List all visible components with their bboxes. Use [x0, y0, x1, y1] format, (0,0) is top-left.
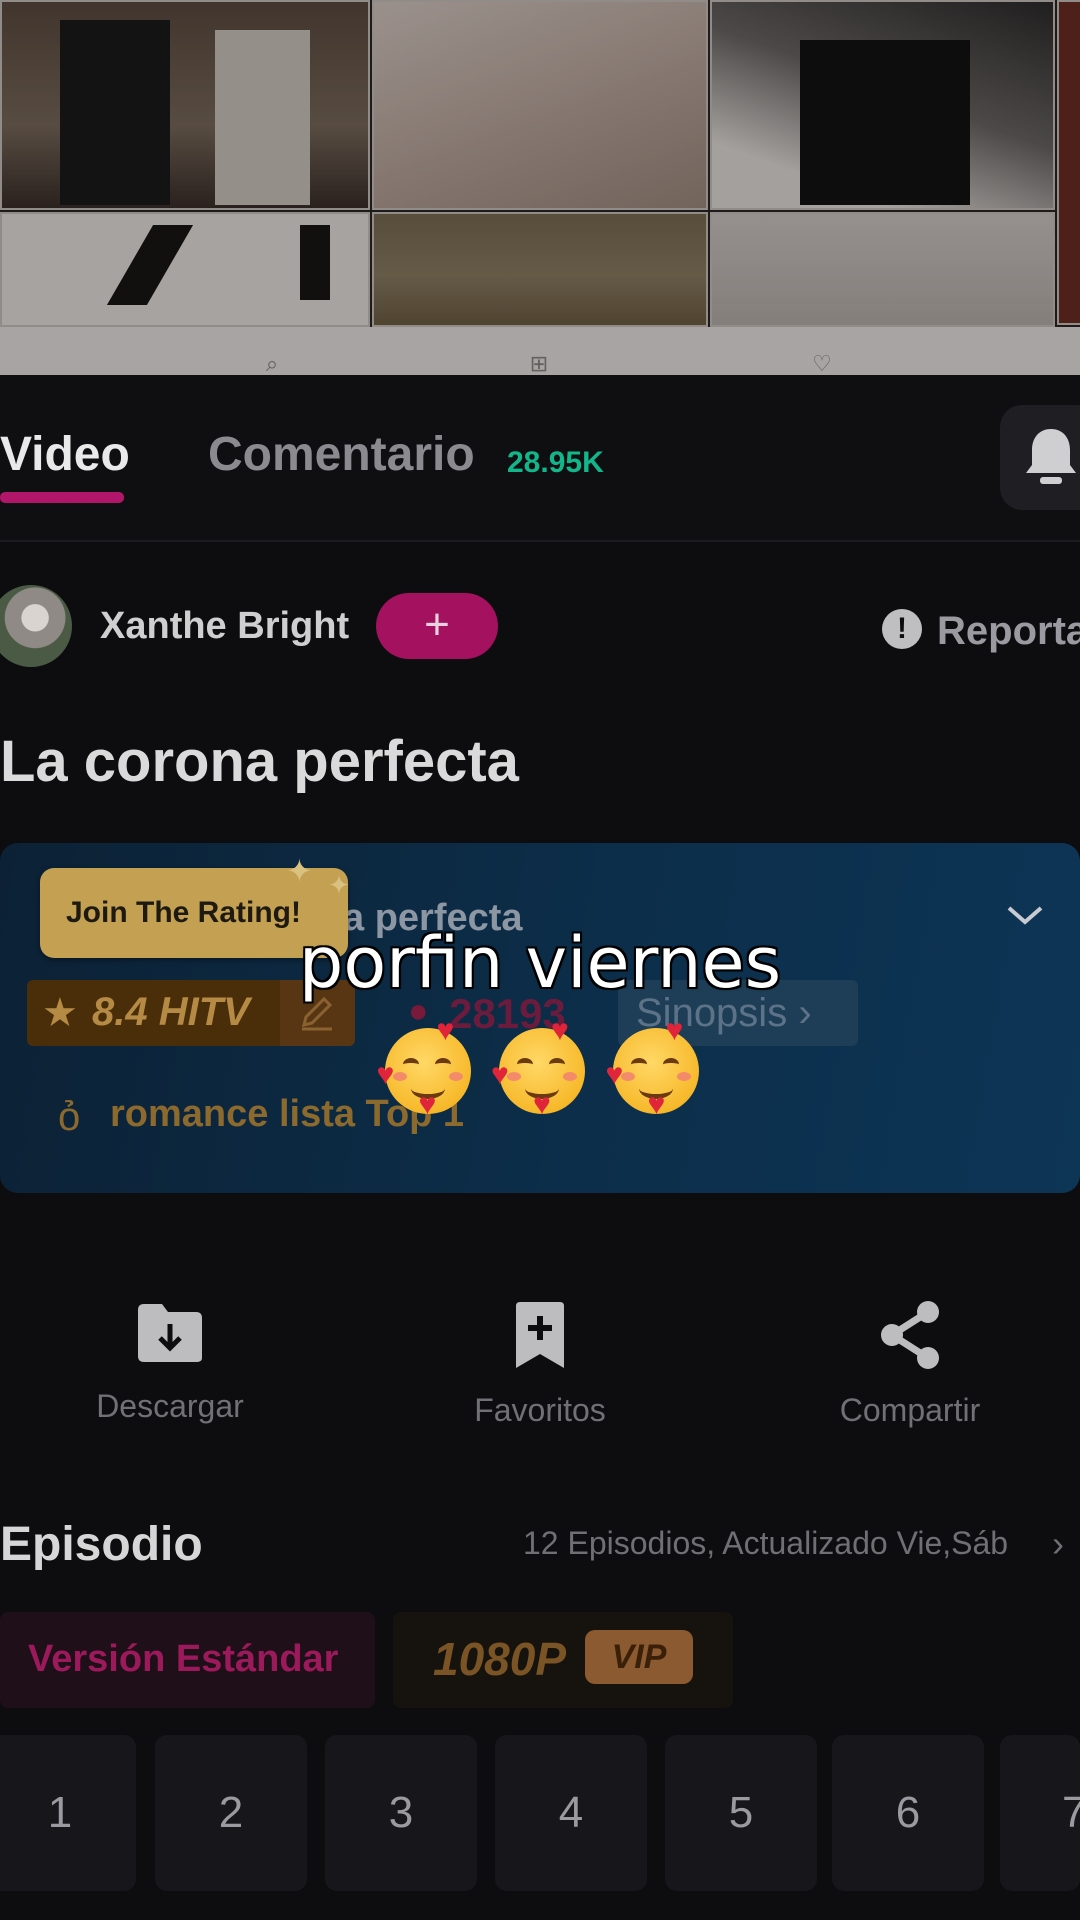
episodes-heading: Episodio: [0, 1518, 203, 1571]
creator-name[interactable]: Xanthe Bright: [100, 605, 349, 648]
bookmark-add-icon: [516, 1302, 564, 1368]
share-icon: [881, 1301, 939, 1369]
smiling-face-with-hearts-icon: ♥ ♥ ♥: [377, 1016, 475, 1120]
smiling-face-with-hearts-icon: ♥ ♥ ♥: [491, 1016, 589, 1120]
alert-icon[interactable]: !: [882, 609, 922, 649]
follow-button[interactable]: +: [376, 593, 498, 659]
active-tab-indicator: [0, 492, 124, 503]
vip-badge: VIP: [585, 1630, 693, 1684]
share-button[interactable]: Compartir: [800, 1300, 1020, 1429]
episode-button[interactable]: 7: [1000, 1735, 1080, 1891]
favorites-label: Favoritos: [474, 1392, 606, 1428]
smiling-face-with-hearts-icon: ♥ ♥ ♥: [605, 1016, 703, 1120]
tab-video[interactable]: Video: [0, 427, 130, 482]
share-label: Compartir: [839, 1392, 981, 1428]
episode-button[interactable]: 2: [155, 1735, 307, 1891]
comments-count: 28.95K: [507, 446, 604, 479]
download-label: Descargar: [96, 1388, 244, 1424]
divider: [0, 540, 1080, 542]
episode-button[interactable]: 1: [0, 1735, 136, 1891]
episodes-info[interactable]: 12 Episodios, Actualizado Vie,Sáb: [523, 1525, 1008, 1562]
episode-button[interactable]: 6: [832, 1735, 984, 1891]
download-button[interactable]: Descargar: [60, 1300, 280, 1425]
emoji-row: ♥ ♥ ♥ ♥ ♥ ♥ ♥ ♥ ♥: [0, 1016, 1080, 1123]
video-player[interactable]: ⌕ ⊞ ♡: [0, 0, 1080, 375]
favorites-button[interactable]: Favoritos: [430, 1300, 650, 1429]
sparkle-icon: ✦: [328, 870, 350, 900]
episode-button[interactable]: 5: [665, 1735, 817, 1891]
episode-button[interactable]: 4: [495, 1735, 647, 1891]
overlay-caption: porfin viernes: [298, 922, 782, 1004]
chevron-right-icon[interactable]: ›: [1052, 1523, 1064, 1565]
sparkle-icon: ✦: [286, 853, 313, 889]
version-standard-label: Versión Estándar: [28, 1638, 339, 1680]
episode-button[interactable]: 3: [325, 1735, 477, 1891]
page-title: La corona perfecta: [0, 729, 519, 794]
download-folder-icon: [138, 1304, 202, 1362]
video-dim-overlay: [0, 0, 1080, 375]
version-1080p-label: 1080P: [433, 1633, 567, 1685]
bell-icon: [1026, 429, 1076, 484]
avatar[interactable]: [0, 585, 72, 667]
tab-comments[interactable]: Comentario: [208, 427, 475, 482]
report-button[interactable]: Reporta: [937, 609, 1080, 654]
